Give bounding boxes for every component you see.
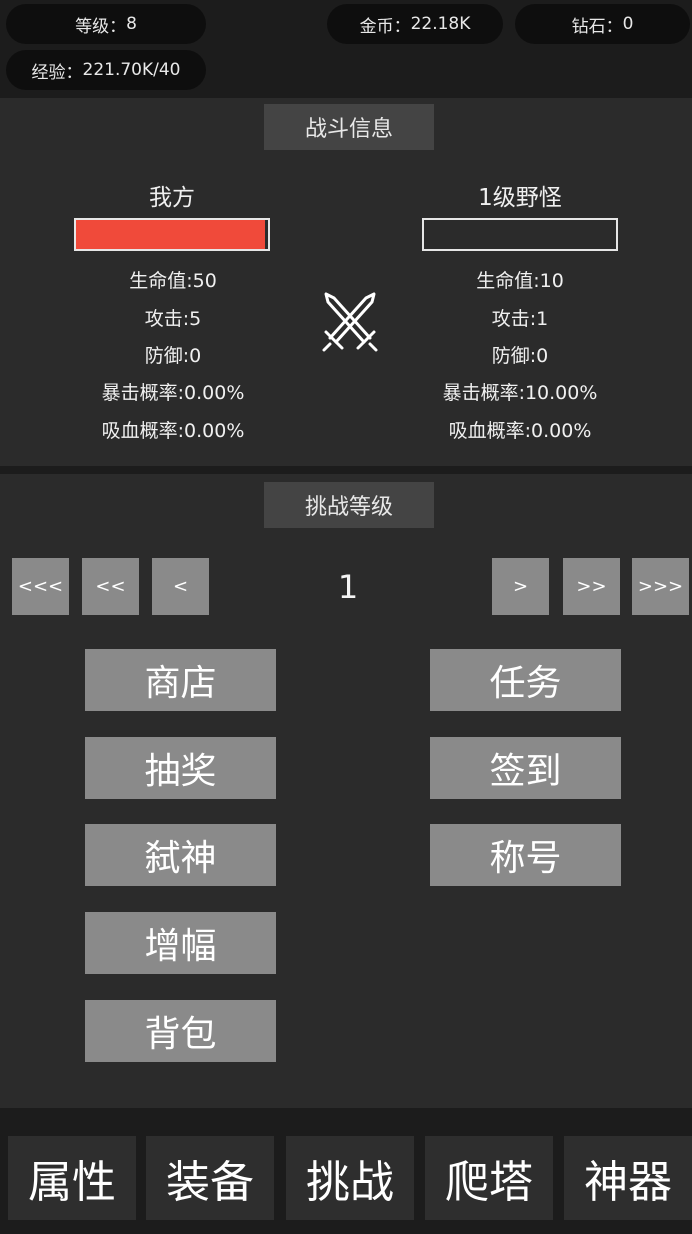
tab-artifact[interactable]: 神器 [564,1136,692,1220]
tab-attributes[interactable]: 属性 [8,1136,136,1220]
enemy-stat-hp: 生命值:10 [476,270,564,292]
challenge-level-number: 1 [337,568,359,606]
challenge-level-title: 挑战等级 [264,482,434,528]
gold-value: 22.18K [410,14,471,34]
level-prev-10-button[interactable]: << [82,558,139,615]
player-stat-lifesteal: 吸血概率:0.00% [101,420,245,442]
player-stat-attack: 攻击:5 [144,308,202,330]
bottom-tab-bar: 属性 装备 挑战 爬塔 神器 [0,1108,692,1234]
exp-pill: 经验： 221.70K/40 [6,50,206,90]
tab-tower[interactable]: 爬塔 [425,1136,553,1220]
task-button[interactable]: 任务 [430,649,621,711]
player-stat-defense: 防御:0 [144,345,202,367]
level-first-button[interactable]: <<< [12,558,69,615]
top-status-bar: 等级： 8 金币： 22.18K 钻石： 0 经验： 221.70K/40 [0,0,692,98]
player-name: 我方 [149,185,195,211]
player-stat-hp: 生命值:50 [129,270,217,292]
battle-info-panel: 战斗信息 我方 1级野怪 生命值:50 攻击:5 防御:0 暴击概率:0.00%… [0,98,692,466]
enemy-stat-defense: 防御:0 [491,345,549,367]
enemy-stat-lifesteal: 吸血概率:0.00% [448,420,592,442]
diamond-value: 0 [622,14,634,34]
bag-button[interactable]: 背包 [85,1000,276,1062]
tab-challenge[interactable]: 挑战 [286,1136,414,1220]
lottery-button[interactable]: 抽奖 [85,737,276,799]
enemy-hp-bar [422,218,618,251]
player-stat-crit: 暴击概率:0.00% [101,382,245,404]
tab-equipment[interactable]: 装备 [146,1136,274,1220]
level-prev-button[interactable]: < [152,558,209,615]
enemy-stat-attack: 攻击:1 [491,308,549,330]
player-hp-fill [76,220,268,249]
exp-value: 221.70K/40 [82,60,181,80]
amplify-button[interactable]: 增幅 [85,912,276,974]
crossed-swords-icon [322,292,378,352]
level-pill: 等级： 8 [6,4,206,44]
gold-pill: 金币： 22.18K [327,4,503,44]
level-next-10-button[interactable]: >> [563,558,620,615]
shop-button[interactable]: 商店 [85,649,276,711]
slay-god-button[interactable]: 弑神 [85,824,276,886]
enemy-name: 1级野怪 [478,185,562,211]
diamond-pill: 钻石： 0 [515,4,690,44]
enemy-stat-crit: 暴击概率:10.00% [442,382,598,404]
battle-info-title: 战斗信息 [264,104,434,150]
level-value: 8 [126,14,137,34]
player-hp-bar [74,218,270,251]
checkin-button[interactable]: 签到 [430,737,621,799]
level-next-button[interactable]: > [492,558,549,615]
title-button[interactable]: 称号 [430,824,621,886]
level-last-button[interactable]: >>> [632,558,689,615]
